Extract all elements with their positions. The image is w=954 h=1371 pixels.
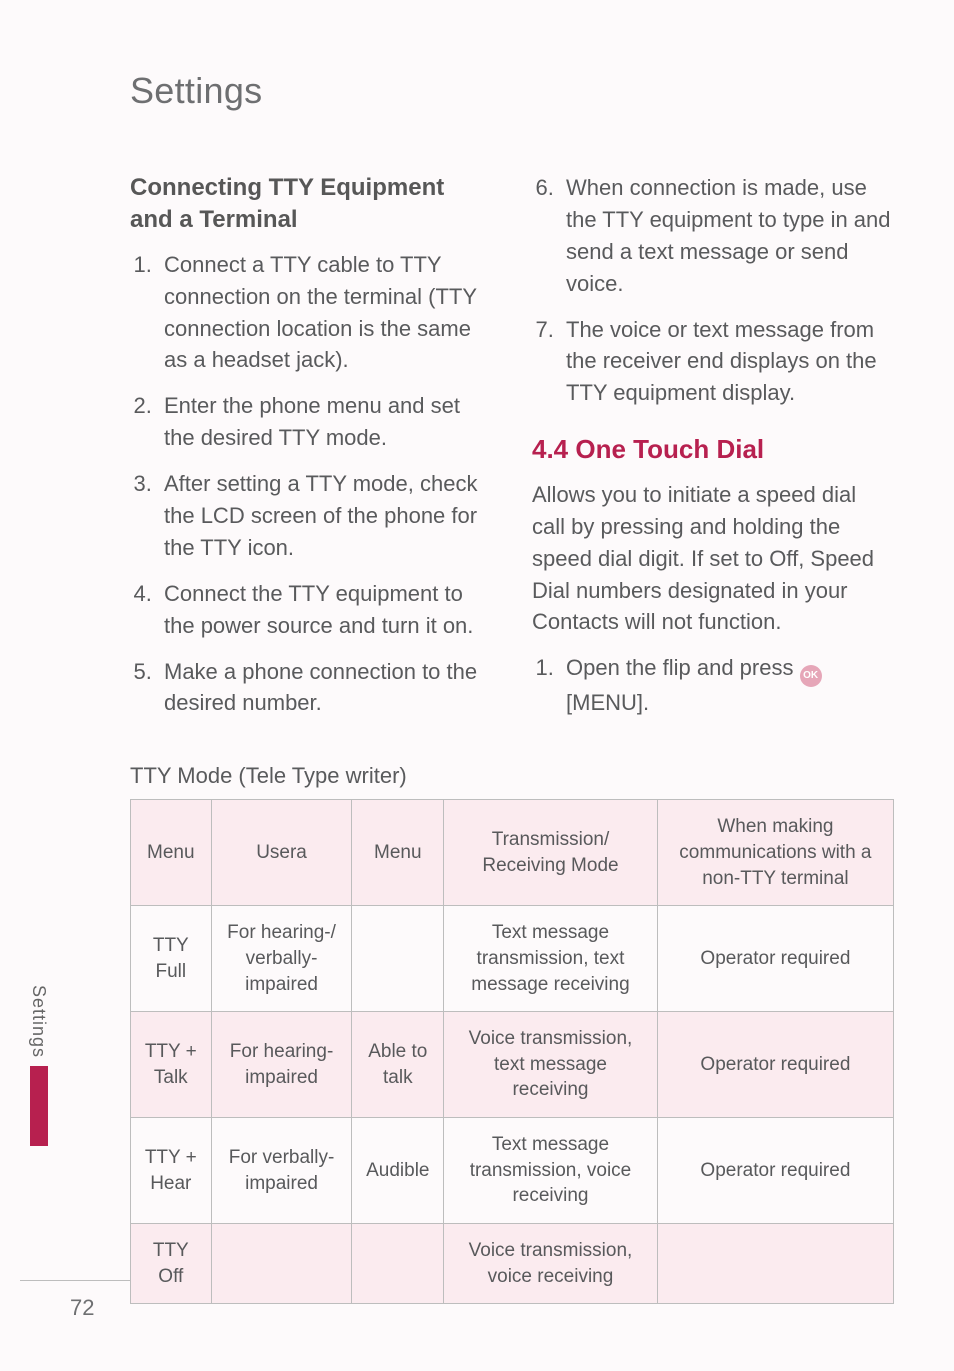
section-heading: 4.4 One Touch Dial: [532, 431, 894, 469]
table-cell: [657, 1224, 893, 1304]
table-header-cell: Usera: [211, 800, 352, 906]
table-cell: For verbally- impaired: [211, 1118, 352, 1224]
table-cell: [352, 1224, 444, 1304]
table-cell: Audible: [352, 1118, 444, 1224]
table-header-cell: Menu: [352, 800, 444, 906]
table-cell: Voice transmission, voice receiving: [444, 1224, 658, 1304]
table-row: TTY + Talk For hearing- impaired Able to…: [131, 1012, 894, 1118]
table-caption: TTY Mode (Tele Type writer): [130, 763, 894, 789]
table-row: TTY Full For hearing-/ verbally- impaire…: [131, 906, 894, 1012]
chapter-title: Settings: [130, 70, 894, 112]
right-ordered-list: When connection is made, use the TTY equ…: [532, 172, 894, 409]
list-item: Make a phone connection to the desired n…: [158, 656, 492, 720]
table-cell: [352, 906, 444, 1012]
table-cell: For hearing-/ verbally- impaired: [211, 906, 352, 1012]
table-row: TTY + Hear For verbally- impaired Audibl…: [131, 1118, 894, 1224]
table-cell: Operator required: [657, 1012, 893, 1118]
list-item: Enter the phone menu and set the desired…: [158, 390, 492, 454]
tty-mode-table: Menu Usera Menu Transmission/ Receiving …: [130, 799, 894, 1304]
table-header-cell: When making communications with a non-TT…: [657, 800, 893, 906]
table-cell: Operator required: [657, 1118, 893, 1224]
table-row: TTY Off Voice transmission, voice receiv…: [131, 1224, 894, 1304]
list-item: Connect a TTY cable to TTY connection on…: [158, 249, 492, 377]
two-column-layout: Connecting TTY Equipment and a Terminal …: [130, 172, 894, 733]
list-item: The voice or text message from the recei…: [560, 314, 894, 410]
ok-icon: OK: [800, 665, 822, 687]
step-text-suffix: [MENU].: [566, 690, 649, 715]
table-cell: Able to talk: [352, 1012, 444, 1118]
table-header-row: Menu Usera Menu Transmission/ Receiving …: [131, 800, 894, 906]
subsection-heading: Connecting TTY Equipment and a Terminal: [130, 172, 492, 237]
list-item: Open the flip and press OK [MENU].: [560, 652, 894, 719]
table-cell: Text message transmission, voice receivi…: [444, 1118, 658, 1224]
table-header-cell: Menu: [131, 800, 212, 906]
left-column: Connecting TTY Equipment and a Terminal …: [130, 172, 492, 733]
table-header-cell: Transmission/ Receiving Mode: [444, 800, 658, 906]
table-cell: Operator required: [657, 906, 893, 1012]
left-ordered-list: Connect a TTY cable to TTY connection on…: [130, 249, 492, 720]
list-item: When connection is made, use the TTY equ…: [560, 172, 894, 300]
side-tab-bar: [30, 1066, 48, 1146]
table-cell: TTY + Hear: [131, 1118, 212, 1224]
table-cell: Text message transmission, text message …: [444, 906, 658, 1012]
side-tab-label: Settings: [28, 985, 49, 1058]
side-tab: Settings: [28, 985, 49, 1146]
table-cell: For hearing- impaired: [211, 1012, 352, 1118]
table-cell: [211, 1224, 352, 1304]
table-cell: TTY + Talk: [131, 1012, 212, 1118]
section-body: Allows you to initiate a speed dial call…: [532, 479, 894, 638]
list-item: Connect the TTY equipment to the power s…: [158, 578, 492, 642]
page-number: 72: [70, 1295, 94, 1321]
page-number-rule: [20, 1280, 130, 1281]
table-cell: TTY Full: [131, 906, 212, 1012]
right-step-list: Open the flip and press OK [MENU].: [532, 652, 894, 719]
right-column: When connection is made, use the TTY equ…: [532, 172, 894, 733]
list-item: After setting a TTY mode, check the LCD …: [158, 468, 492, 564]
step-text-prefix: Open the flip and press: [566, 655, 800, 680]
table-cell: Voice transmission, text message receivi…: [444, 1012, 658, 1118]
table-cell: TTY Off: [131, 1224, 212, 1304]
